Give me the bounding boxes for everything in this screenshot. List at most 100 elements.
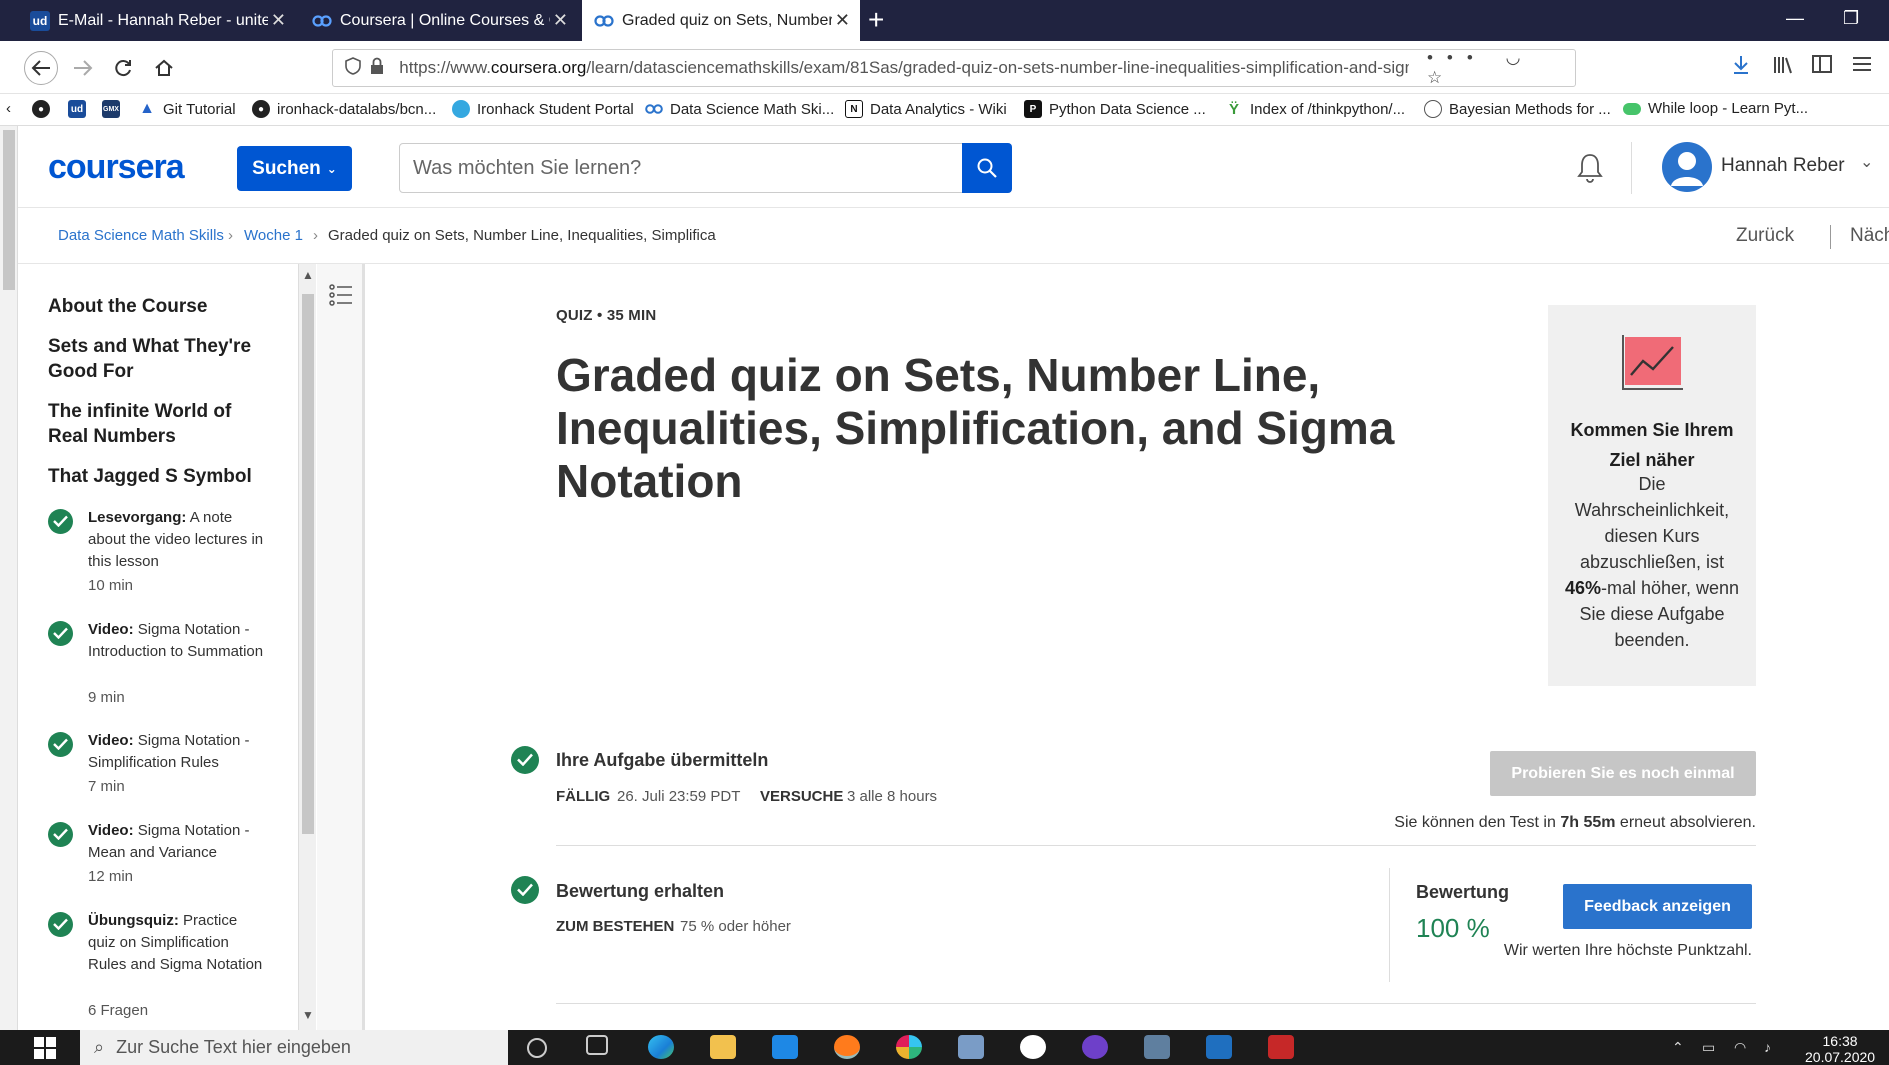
bookmark-ironhack-portal[interactable]: Ironhack Student Portal [452, 100, 634, 118]
goal-heading: Kommen Sie Ihrem Ziel näher [1570, 420, 1734, 470]
task-view-icon[interactable] [586, 1035, 608, 1055]
breadcrumb-week[interactable]: Woche 1 [244, 227, 303, 244]
pass-label: ZUM BESTEHEN [556, 918, 675, 935]
bookmark-label: Ironhack Student Portal [477, 100, 634, 118]
library-icon[interactable] [1773, 55, 1793, 81]
sidebar-scrollbar[interactable]: ▲ ▼ [298, 264, 316, 1030]
firefox-icon[interactable] [834, 1035, 860, 1059]
sidebar-section-about[interactable]: About the Course [48, 294, 258, 319]
scrollbar-thumb[interactable] [3, 130, 15, 290]
coursera-icon [594, 11, 614, 31]
shield-icon[interactable] [345, 56, 362, 80]
gmx-icon: GMX [102, 100, 120, 118]
chevron-up-icon[interactable]: ⌃ [1672, 1039, 1684, 1056]
windows-start-icon[interactable] [34, 1037, 56, 1064]
avatar[interactable] [1662, 142, 1712, 192]
sidebar-item-video-mean[interactable]: Video: Sigma Notation - Mean and Varianc… [48, 820, 278, 890]
sidebar-item-video-intro[interactable]: Video: Sigma Notation - Introduction to … [48, 619, 278, 709]
bookmark-data-analytics[interactable]: N Data Analytics - Wiki [845, 100, 1007, 118]
sidebar-section-sets[interactable]: Sets and What They're Good For [48, 334, 258, 384]
photos-icon[interactable] [958, 1035, 984, 1059]
lock-icon[interactable] [370, 57, 387, 80]
scrollbar-thumb[interactable] [302, 294, 314, 834]
page-actions[interactable]: ••• ◡ ☆ [1427, 48, 1575, 88]
gear-icon[interactable] [1020, 1035, 1046, 1059]
mail-icon[interactable] [772, 1035, 798, 1059]
sidebar-section-sigma[interactable]: That Jagged S Symbol [48, 464, 258, 489]
new-tab-button[interactable]: + [868, 4, 884, 36]
search-input[interactable]: Was möchten Sie lernen? [399, 143, 981, 193]
sidebar-section-real-numbers[interactable]: The infinite World of Real Numbers [48, 399, 258, 449]
tab-coursera[interactable]: Coursera | Online Courses & Credentials … [300, 0, 578, 41]
volume-icon[interactable]: ♪ [1764, 1039, 1771, 1055]
bookmark-gmx[interactable]: GMX [102, 100, 127, 118]
leaf-icon: Ÿ [1228, 100, 1239, 118]
clock[interactable]: 16:38 20.07.2020 [1805, 1033, 1875, 1065]
search-button[interactable] [962, 143, 1012, 193]
bookmark-ironhack-datalabs[interactable]: ● ironhack-datalabs/bcn... [252, 100, 436, 118]
cortana-icon[interactable] [527, 1038, 547, 1058]
sidebar-item-video-rules[interactable]: Video: Sigma Notation - Simplification R… [48, 730, 278, 800]
list-icon[interactable] [329, 284, 353, 311]
next-button[interactable]: Nächst [1850, 225, 1889, 247]
powershell-icon[interactable] [1206, 1035, 1232, 1059]
coursera-logo[interactable]: coursera [48, 148, 185, 187]
chevron-down-icon[interactable]: ▼ [302, 1008, 314, 1022]
edge-icon[interactable] [648, 1035, 674, 1059]
app-icon[interactable] [1268, 1035, 1294, 1059]
chevron-down-icon[interactable]: ⌄ [1860, 152, 1873, 172]
user-name[interactable]: Hannah Reber [1721, 155, 1845, 177]
github-icon: ● [252, 100, 270, 118]
restore-icon[interactable]: ❐ [1843, 8, 1859, 29]
bookmarks-bar: ‹ ● ud GMX ▲ Git Tutorial ● ironhack-dat… [0, 94, 1889, 126]
download-icon[interactable] [1732, 55, 1750, 81]
close-icon[interactable]: ✕ [271, 10, 286, 31]
explore-button[interactable]: Suchen ⌄ [237, 146, 352, 191]
menu-icon[interactable] [1852, 55, 1872, 78]
sidebar-item-reading[interactable]: Lesevorgang: A note about the video lect… [48, 507, 278, 607]
bookmark-data-science-math[interactable]: Data Science Math Ski... [645, 100, 834, 118]
battery-icon[interactable]: ▭ [1702, 1039, 1715, 1056]
minimize-icon[interactable]: — [1786, 8, 1804, 29]
calculator-icon[interactable] [1144, 1035, 1170, 1059]
previous-button[interactable]: Zurück [1736, 225, 1794, 247]
notion-icon: N [845, 100, 863, 118]
bell-icon[interactable] [1576, 152, 1604, 189]
bookmark-ud[interactable]: ud [68, 100, 93, 118]
bookmark-thinkpython[interactable]: Ÿ Index of /thinkpython/... [1225, 100, 1405, 118]
address-bar[interactable]: https://www.coursera.org/learn/datascien… [332, 48, 1576, 88]
retry-button[interactable]: Probieren Sie es noch einmal [1490, 751, 1756, 796]
bookmark-github[interactable]: ● [32, 100, 57, 118]
breadcrumb-course[interactable]: Data Science Math Skills [58, 227, 224, 244]
grade-step-title: Bewertung erhalten [556, 881, 725, 901]
taskbar-search-input[interactable]: ⌕ Zur Suche Text hier eingeben [80, 1030, 508, 1065]
url-domain: coursera.org [490, 58, 587, 77]
bookmark-bayesian[interactable]: Bayesian Methods for ... [1424, 100, 1611, 118]
wifi-icon[interactable]: ◠ [1734, 1039, 1746, 1056]
chevron-up-icon[interactable]: ▲ [302, 268, 314, 282]
tab-email[interactable]: ud E-Mail - Hannah Reber - united-domain… [18, 0, 296, 41]
bookmark-label: Index of /thinkpython/... [1250, 100, 1406, 118]
close-icon[interactable]: ✕ [553, 10, 568, 31]
view-feedback-button[interactable]: Feedback anzeigen [1563, 884, 1752, 929]
sidebar-item-practice-quiz[interactable]: Übungsquiz: Practice quiz on Simplificat… [48, 910, 278, 1025]
home-button[interactable] [147, 51, 181, 85]
back-button[interactable] [24, 51, 58, 85]
github-desktop-icon[interactable] [1082, 1035, 1108, 1059]
close-icon[interactable]: ✕ [835, 10, 850, 31]
bookmark-git-tutorial[interactable]: ▲ Git Tutorial [138, 100, 235, 118]
retry-countdown: 7h 55m [1560, 814, 1616, 831]
bookmark-python-ds[interactable]: P Python Data Science ... [1024, 100, 1206, 118]
reload-button[interactable] [106, 51, 140, 85]
bookmark-while-loop[interactable]: While loop - Learn Pyt... [1623, 100, 1808, 117]
bookmark-label: Data Analytics - Wiki [870, 100, 1007, 118]
slack-icon[interactable] [896, 1035, 922, 1059]
arrow-right-icon [74, 60, 93, 76]
goal-card: Kommen Sie Ihrem Ziel näher Die Wahrsche… [1548, 305, 1756, 686]
file-explorer-icon[interactable] [710, 1035, 736, 1059]
sidebar-toggle-icon[interactable] [1812, 55, 1832, 79]
forward-button[interactable] [66, 51, 100, 85]
overflow-chevron-icon[interactable]: ‹ [6, 100, 11, 117]
header-divider [1631, 142, 1632, 194]
tab-graded-quiz[interactable]: Graded quiz on Sets, Number Line ✕ [582, 0, 860, 41]
